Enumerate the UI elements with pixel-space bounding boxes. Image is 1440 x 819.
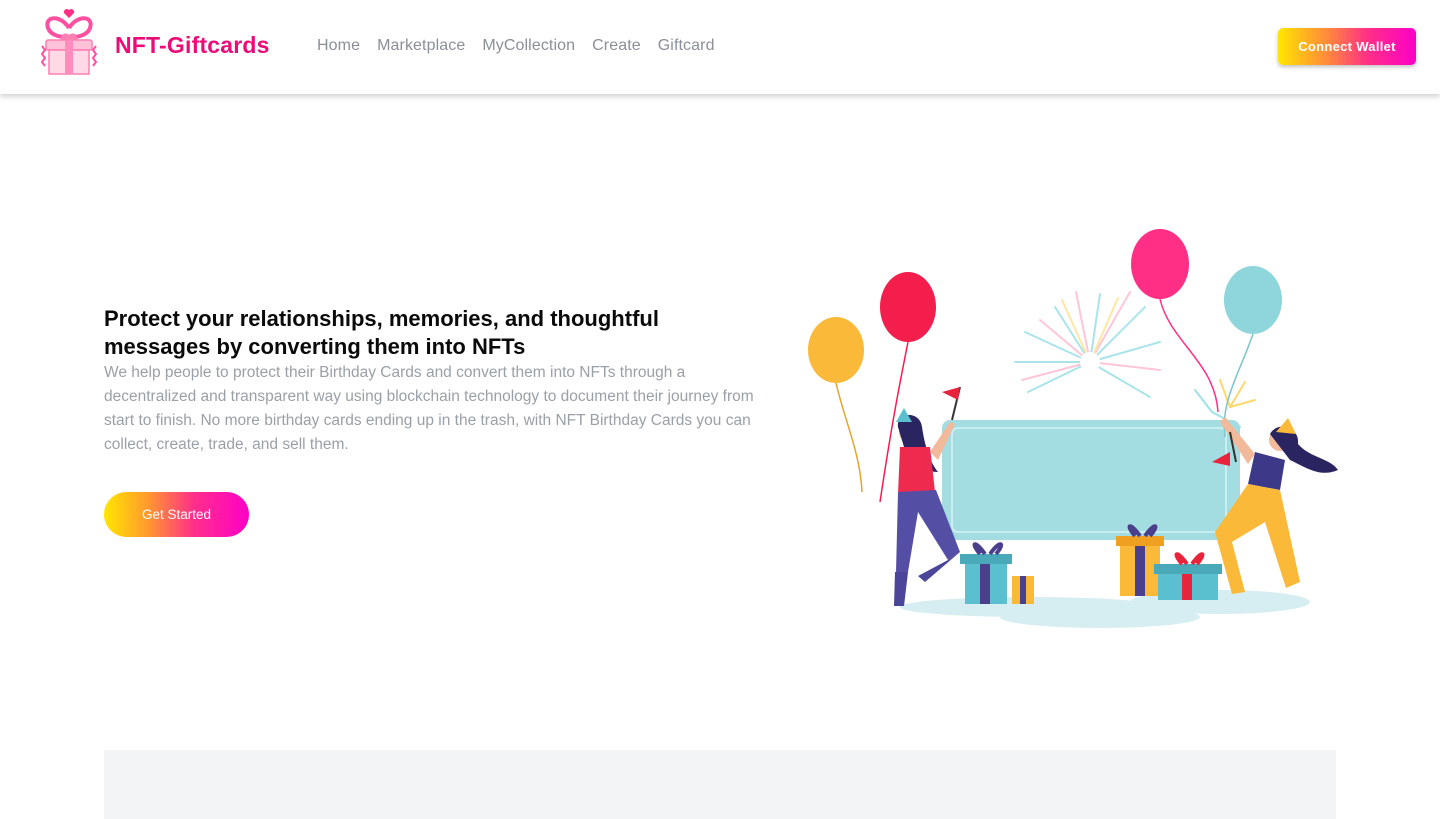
main-nav: Home Marketplace MyCollection Create Gif… <box>317 37 732 55</box>
birthday-party-illustration <box>808 229 1338 628</box>
hero-description: We help people to protect their Birthday… <box>104 364 754 453</box>
hero-title: Protect your relationships, memories, an… <box>104 306 659 359</box>
content-panel <box>104 750 1336 819</box>
logo-link[interactable] <box>38 6 100 78</box>
nav-create[interactable]: Create <box>592 37 641 55</box>
nav-my-collection[interactable]: MyCollection <box>482 37 575 55</box>
connect-wallet-button[interactable]: Connect Wallet <box>1278 28 1416 65</box>
brand-name[interactable]: NFT-Giftcards <box>115 32 270 59</box>
nav-home[interactable]: Home <box>317 37 360 55</box>
gift-hearts-logo-icon <box>40 9 98 75</box>
top-navbar: NFT-Giftcards Home Marketplace MyCollect… <box>0 0 1440 94</box>
nav-marketplace[interactable]: Marketplace <box>377 37 465 55</box>
get-started-button[interactable]: Get Started <box>104 492 249 537</box>
nav-giftcard[interactable]: Giftcard <box>658 37 715 55</box>
